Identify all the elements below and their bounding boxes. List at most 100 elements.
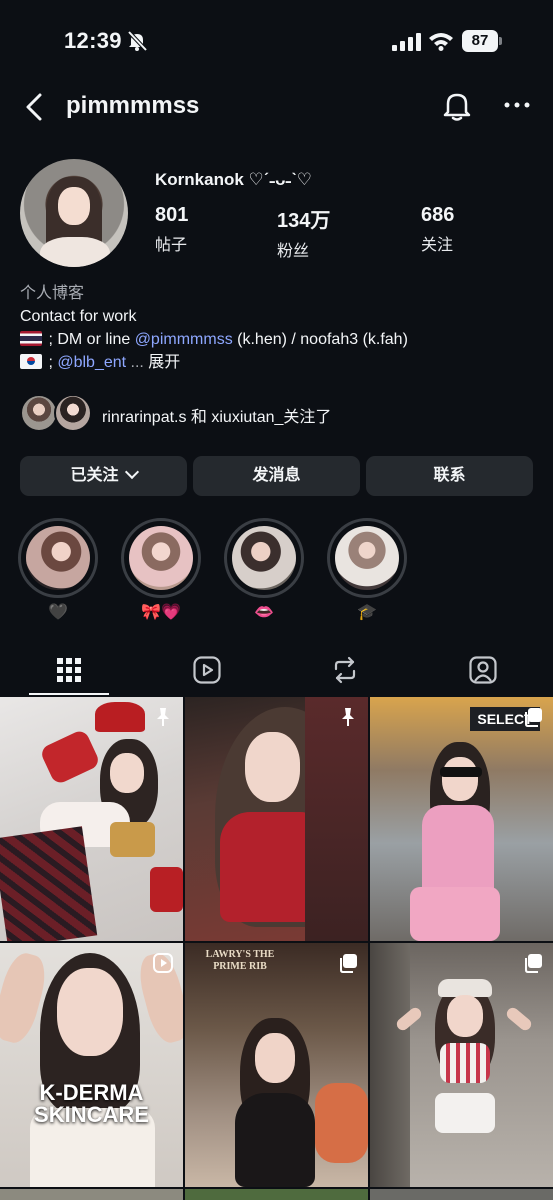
korea-flag-icon [20,354,42,369]
tagged-person-icon [469,656,497,684]
carousel-icon [340,954,357,973]
story-highlight-4[interactable]: 🎓 [327,518,407,624]
reel-video-icon [153,953,173,973]
avatar-face [58,187,90,225]
bell-slash-icon [127,30,148,52]
pinned-icon [342,708,354,726]
grid-post-9[interactable] [370,1189,553,1200]
cellular-signal-icon [392,33,421,51]
post-plaid-pants [0,826,98,941]
profile-display-name: Kornkanok ♡ˊ˗ᴗ˗ˋ♡ [155,170,313,189]
post-pink-shorts [410,887,500,941]
carousel-icon [525,954,542,973]
battery-indicator: 87 [462,30,502,52]
grid-post-8[interactable] [185,1189,368,1200]
highlight-ring [327,518,407,598]
back-arrow-icon[interactable] [22,92,48,122]
grid-post-3[interactable]: SELECT [370,697,553,941]
post-restaurant-sign: LAWRY'S THE PRIME RIB [205,949,275,972]
tab-reels[interactable] [138,645,276,695]
profile-username: pimmmmss [66,92,200,119]
bio-ellipsis: ... [126,354,144,371]
bio-line-3-pre: ; [44,354,58,371]
post-face [57,968,123,1056]
highlight-ring [18,518,98,598]
highlight-thumbnail [232,526,296,590]
profile-avatar[interactable] [20,159,128,267]
wifi-icon [429,33,453,51]
grid-post-5[interactable]: LAWRY'S THE PRIME RIB [185,943,368,1187]
bio-line-2-post: (k.hen) / noofah3 (k.fah) [232,331,408,348]
follower-avatar-1 [20,394,58,432]
post-face [245,732,300,802]
contact-button[interactable]: 联系 [366,456,533,496]
bio-line-2-pre: ; DM or line [44,331,135,348]
bio-expand-link[interactable]: 展开 [144,354,180,371]
battery-tip [499,37,502,45]
post-santa-hat [95,702,145,732]
post-face [255,1033,295,1083]
post-face [442,757,478,801]
highlight-thumbnail [129,526,193,590]
highlight-thumbnail [335,526,399,590]
highlight-label: 🖤 [48,604,68,621]
active-tab-indicator [29,693,109,695]
stat-posts-label: 帖子 [155,237,188,254]
post-white-shorts [435,1093,495,1133]
tab-posts-grid[interactable] [0,645,138,695]
post-hat-2 [38,728,102,786]
message-button[interactable]: 发消息 [193,456,360,496]
following-button-label: 已关注 [70,467,119,484]
chevron-down-icon [124,464,139,480]
highlight-ring [224,518,304,598]
stat-following-count: 686 [421,204,455,226]
grid-post-1[interactable] [0,697,183,941]
post-elevator-wall [370,943,410,1187]
status-bar: 12:39 87 [0,0,553,80]
stat-posts-count: 801 [155,204,189,226]
stat-following-label: 关注 [421,237,454,254]
repost-icon [334,656,356,684]
stat-posts[interactable]: 801 帖子 [155,204,188,255]
stat-followers-label: 粉丝 [277,243,310,260]
post-caption-line-2: SKINCARE [34,1102,149,1127]
post-face [447,995,483,1037]
post-gift-box [150,867,183,912]
stat-followers-count: 134万 [277,210,331,232]
status-time: 12:39 [64,28,122,53]
followed-by-row[interactable]: rinrarinpat.s 和 xiuxiutan_关注了 [20,394,540,434]
followed-by-text: rinrarinpat.s 和 xiuxiutan_关注了 [102,409,332,426]
bio-mention-blb-ent[interactable]: @blb_ent [57,354,126,371]
bio-category: 个人博客 [20,285,85,302]
bio-mention-pimmmmss[interactable]: @pimmmmss [135,331,233,348]
highlight-ring [121,518,201,598]
tab-tagged[interactable] [414,645,552,695]
profile-header: pimmmmss [0,80,553,136]
grid-post-6[interactable] [370,943,553,1187]
reels-play-icon [193,656,221,684]
post-cushion [315,1083,368,1163]
post-arm-right [504,1005,534,1033]
profile-bio: 个人博客 Contact for work ; DM or line @pimm… [20,282,540,374]
grid-post-4[interactable]: K-DERMA SKINCARE [0,943,183,1187]
tab-reposts[interactable] [276,645,414,695]
more-options-icon[interactable] [504,100,530,110]
stat-followers[interactable]: 134万 粉丝 [277,204,330,261]
story-highlight-1[interactable]: 🖤 [18,518,98,624]
highlight-label: 👄 [254,604,274,621]
story-highlight-2[interactable]: 🎀💗 [121,518,201,624]
avatar-body [40,237,110,267]
story-highlight-3[interactable]: 👄 [224,518,304,624]
grid-icon [57,658,81,682]
grid-post-7[interactable] [0,1189,183,1200]
stat-following[interactable]: 686 关注 [421,204,454,255]
highlight-label: 🎓 [357,604,377,621]
notification-bell-icon[interactable] [442,90,472,122]
post-striped-top [440,1043,490,1083]
bio-line-3: ; @blb_ent ... 展开 [20,351,540,374]
grid-post-2[interactable] [185,697,368,941]
thailand-flag-icon [20,331,42,346]
follower-avatar-2 [54,394,92,432]
pinned-icon [157,708,169,726]
following-button[interactable]: 已关注 [20,456,187,496]
